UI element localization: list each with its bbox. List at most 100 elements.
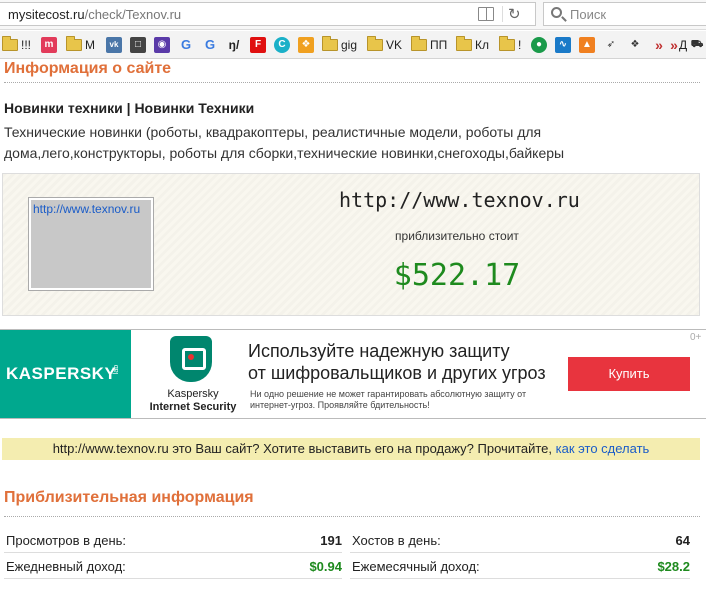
bookmark-rocket[interactable]: ➶	[603, 37, 619, 53]
divider	[4, 516, 700, 517]
stats-row: Ежедневный доход: $0.94 Ежемесячный дохо…	[4, 555, 700, 580]
bookmark-double-arrow[interactable]: »	[651, 37, 667, 53]
ad-headline-line1: Используйте надежную защиту	[248, 341, 510, 361]
search-box[interactable]: Поиск	[543, 2, 706, 26]
folder-icon	[499, 36, 515, 51]
stat-label: Ежедневный доход:	[6, 559, 126, 574]
bookmark-vk[interactable]: vk	[106, 37, 122, 53]
address-bar[interactable]: mysitecost.ru/check/Texnov.ru ↻	[0, 2, 536, 26]
stat-views: Просмотров в день: 191	[4, 529, 342, 553]
bookmark-cart[interactable]: ⛟	[690, 37, 704, 53]
ok-icon: □	[130, 37, 146, 53]
bolt-icon: ▲	[579, 37, 595, 53]
site-title: Новинки техники | Новинки Техники	[4, 100, 255, 116]
thumbnail-link[interactable]: http://www.texnov.ru	[33, 202, 140, 216]
bookmark-d[interactable]: » Д	[669, 37, 687, 53]
reader-view-icon[interactable]	[478, 7, 494, 21]
stat-label: Просмотров в день:	[6, 533, 127, 548]
m-red-icon: m	[41, 37, 57, 53]
stat-label: Хостов в день:	[352, 533, 441, 548]
stat-label: Ежемесячный доход:	[352, 559, 480, 574]
bookmark-folder-excl[interactable]: !	[499, 36, 522, 53]
bookmark-c-teal[interactable]: C	[274, 37, 290, 53]
camera-icon: ◉	[154, 37, 170, 53]
folder-icon	[456, 36, 472, 51]
ad-product-name: Kaspersky Internet Security	[140, 388, 246, 414]
bookmark-orange-grid[interactable]: ❖	[298, 37, 314, 53]
bookmark-google-2[interactable]: G	[202, 37, 218, 53]
search-placeholder: Поиск	[570, 7, 607, 22]
bookmarks-bar: !!! m М vk □ ◉ G G ŋ/ F C ❖ gig VK ПП Кл…	[0, 31, 706, 59]
bookmark-m-red[interactable]: m	[41, 37, 57, 53]
age-rating-badge: 0+	[690, 332, 702, 343]
flipboard-icon: F	[250, 37, 266, 53]
bookmark-label: VK	[386, 38, 403, 52]
tag-icon: ❖	[630, 39, 640, 50]
bookmark-label: !!!	[21, 38, 32, 52]
bookmark-label: М	[85, 38, 95, 52]
section-title-approx: Приблизительная информация	[4, 489, 254, 506]
google-icon: G	[180, 37, 192, 52]
stats-row: Просмотров в день: 191 Хостов в день: 64	[4, 529, 700, 554]
cost-value: $522.17	[393, 258, 521, 293]
stat-value: 191	[320, 533, 342, 548]
bookmark-google[interactable]: G	[178, 37, 194, 53]
google-icon-2: G	[204, 37, 216, 52]
bookmark-folder-vk[interactable]: VK	[367, 36, 403, 53]
bookmark-ok[interactable]: □	[130, 37, 146, 53]
reload-icon[interactable]: ↻	[508, 5, 521, 23]
bookmark-label: Д	[679, 38, 688, 52]
bookmark-label: Кл	[475, 38, 489, 52]
bookmark-tag[interactable]: ❖	[627, 37, 643, 53]
ad-headline: Используйте надежную защиту от шифроваль…	[248, 340, 568, 384]
shield-icon	[170, 336, 212, 382]
sell-notice: http://www.texnov.ru это Ваш сайт? Хотит…	[2, 438, 700, 460]
url-domain: mysitecost.ru	[8, 7, 85, 22]
sell-notice-text: http://www.texnov.ru это Ваш сайт? Хотит…	[52, 441, 553, 456]
c-teal-icon: C	[274, 37, 290, 53]
bookmark-folder-2[interactable]: М	[66, 36, 95, 53]
browser-toolbar: mysitecost.ru/check/Texnov.ru ↻ Поиск	[0, 0, 706, 30]
site-thumbnail[interactable]: http://www.texnov.ru	[29, 198, 153, 290]
stat-monthly-income: Ежемесячный доход: $28.2	[350, 555, 690, 579]
np-icon: ŋ/	[228, 38, 240, 52]
divider	[4, 82, 700, 83]
folder-icon	[2, 36, 18, 51]
bookmark-flipboard[interactable]: F	[250, 37, 266, 53]
stat-daily-income: Ежедневный доход: $0.94	[4, 555, 342, 579]
rocket-icon: ➶	[606, 39, 616, 50]
bookmark-folder-1[interactable]: !!!	[2, 36, 32, 53]
ad-product-line1: Kaspersky	[167, 388, 219, 400]
bookmark-folder-gig[interactable]: gig	[322, 36, 357, 53]
bookmark-chat-green[interactable]: ●	[531, 37, 547, 53]
ad-product-line2: Internet Security	[149, 401, 237, 413]
bookmark-folder-kl[interactable]: Кл	[456, 36, 489, 53]
bookmark-camera[interactable]: ◉	[154, 37, 170, 53]
stat-value: $28.2	[657, 559, 690, 574]
bookmark-np[interactable]: ŋ/	[226, 37, 242, 53]
brand-name: KASPERSKY	[6, 364, 117, 383]
vk-icon: vk	[106, 37, 122, 53]
buy-button[interactable]: Купить	[568, 357, 690, 391]
folder-icon	[411, 36, 427, 51]
cart-icon: ⛟	[690, 39, 704, 50]
pulse-icon: ∿	[555, 37, 571, 53]
brand-suffix: lab	[113, 364, 121, 375]
how-to-link[interactable]: как это сделать	[556, 441, 650, 456]
folder-icon	[367, 36, 383, 51]
bookmark-bolt[interactable]: ▲	[579, 37, 595, 53]
folder-icon	[322, 36, 338, 51]
site-description: Технические новинки (роботы, квадракопте…	[4, 124, 565, 161]
url-text[interactable]: mysitecost.ru/check/Texnov.ru	[8, 7, 181, 22]
ad-banner[interactable]: KASPERSKY lab Kaspersky Internet Securit…	[0, 329, 706, 419]
site-url: http://www.texnov.ru	[339, 188, 580, 212]
double-arrow-icon: »	[655, 37, 663, 53]
bookmark-pulse[interactable]: ∿	[555, 37, 571, 53]
cost-caption: приблизительно стоит	[395, 229, 519, 243]
bookmark-folder-pp[interactable]: ПП	[411, 36, 447, 53]
double-arrow-icon-2: »	[670, 37, 678, 53]
chat-green-icon: ●	[531, 37, 547, 53]
section-title-info: Информация о сайте	[4, 60, 172, 77]
url-path: /check/Texnov.ru	[84, 7, 182, 22]
bookmark-label: !	[518, 38, 522, 52]
